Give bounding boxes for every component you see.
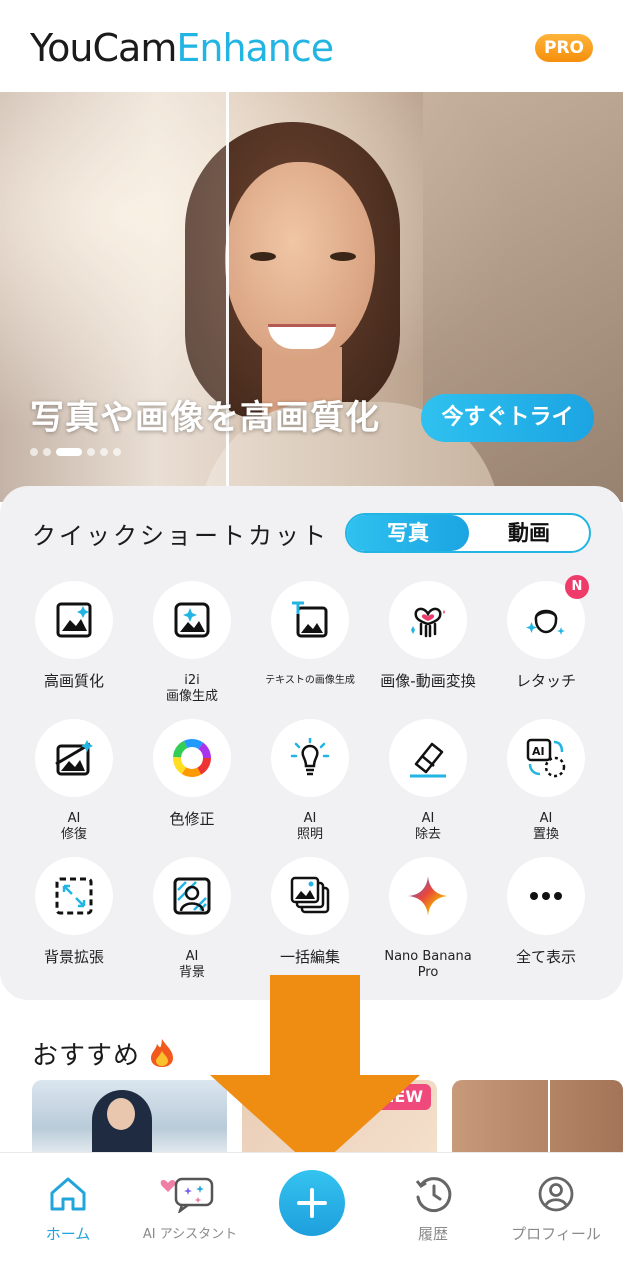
shortcut-ai-restore[interactable]: AI 修復: [15, 719, 133, 843]
try-now-button[interactable]: 今すぐトライ: [421, 394, 594, 442]
create-plus-button[interactable]: [279, 1170, 345, 1236]
shortcut-enhance[interactable]: 高画質化: [15, 581, 133, 689]
gemini-star-icon: [408, 876, 448, 916]
shortcut-label: i2i: [184, 673, 200, 688]
i2i-sparkle-icon: [174, 602, 210, 638]
batch-edit-icon: [290, 876, 330, 914]
logo-enhance: Enhance: [176, 26, 334, 70]
more-icon: [530, 892, 562, 900]
shortcut-label: AI: [421, 811, 435, 826]
ai-replace-icon: AI: [526, 738, 566, 778]
shortcut-nano-banana-pro[interactable]: Nano Banana Pro: [369, 857, 487, 981]
shortcut-label: AI: [185, 949, 199, 964]
text-to-image-icon: [292, 601, 328, 638]
nav-label: ホーム: [45, 1225, 91, 1243]
shortcut-label: レタッチ: [515, 672, 576, 690]
expand-icon: [55, 877, 93, 915]
logo-youcam: YouCam: [30, 26, 177, 70]
shortcut-color-correct[interactable]: 色修正: [133, 719, 251, 827]
image-to-video-icon: [411, 607, 445, 638]
shortcut-label: 背景拡張: [43, 948, 104, 966]
carousel-dot[interactable]: [113, 448, 121, 456]
shortcut-label-line2: 除去: [414, 827, 441, 842]
shortcut-label-line2: 置換: [532, 827, 559, 842]
nav-label: AI アシスタント: [142, 1227, 238, 1242]
shortcut-text-to-image[interactable]: テキストの画像生成: [251, 581, 369, 689]
shortcut-label-line2: 修復: [60, 827, 87, 842]
shortcut-label-line2: 画像生成: [165, 689, 218, 704]
profile-icon: [538, 1176, 574, 1212]
carousel-dot[interactable]: [43, 448, 51, 456]
nav-history[interactable]: 履歴: [371, 1175, 495, 1244]
shortcut-image-to-video[interactable]: 画像-動画変換: [369, 581, 487, 689]
shortcut-label: Nano Banana: [384, 949, 472, 964]
hero-title: 写真や画像を高画質化: [30, 398, 380, 438]
pro-button[interactable]: PRO: [535, 34, 593, 62]
color-wheel-icon: [173, 739, 211, 777]
shortcut-label: AI: [303, 811, 317, 826]
media-toggle: 写真 動画: [345, 513, 591, 553]
ai-background-icon: [173, 877, 211, 915]
app-header: YouCamEnhance PRO: [0, 0, 623, 92]
new-badge: N: [565, 575, 589, 599]
carousel-dot[interactable]: [30, 448, 38, 456]
ai-assistant-icon: [160, 1177, 214, 1215]
nav-label: 履歴: [417, 1225, 448, 1243]
shortcut-expand-background[interactable]: 背景拡張: [15, 857, 133, 965]
recommended-card[interactable]: [32, 1080, 227, 1160]
carousel-indicator: [30, 448, 126, 456]
nav-ai-assistant[interactable]: AI アシスタント: [128, 1175, 252, 1242]
nav-label: プロフィール: [511, 1225, 601, 1243]
shortcut-label-line2: 照明: [296, 827, 323, 842]
bottom-navigation: ホーム AI アシスタント 履歴 プロフィール: [0, 1152, 623, 1281]
plus-icon: [297, 1188, 327, 1218]
light-bulb-icon: [290, 738, 330, 776]
shortcut-label: AI: [67, 811, 81, 826]
shortcut-show-all[interactable]: 全て表示: [487, 857, 605, 965]
shortcut-label: 一括編集: [279, 948, 340, 966]
nav-home[interactable]: ホーム: [6, 1175, 130, 1244]
carousel-dot[interactable]: [87, 448, 95, 456]
shortcut-label: 全て表示: [515, 948, 576, 966]
fire-icon: [151, 1039, 174, 1067]
shortcut-label: AI: [539, 811, 553, 826]
carousel-dot[interactable]: [100, 448, 108, 456]
svg-text:AI: AI: [532, 745, 545, 758]
carousel-dot-active[interactable]: [56, 448, 82, 456]
hero-banner[interactable]: 写真や画像を高画質化 今すぐトライ: [0, 92, 623, 502]
shortcut-ai-lighting[interactable]: AI 照明: [251, 719, 369, 843]
shortcut-ai-background[interactable]: AI 背景: [133, 857, 251, 981]
home-icon: [50, 1177, 86, 1211]
recommended-title: おすすめ: [32, 1035, 175, 1072]
app-logo: YouCamEnhance: [30, 26, 334, 70]
down-arrow-annotation: [210, 975, 420, 1170]
shortcut-ai-remove[interactable]: AI 除去: [369, 719, 487, 843]
shortcut-batch-edit[interactable]: 一括編集: [251, 857, 369, 965]
tab-photo[interactable]: 写真: [347, 515, 469, 551]
shortcut-i2i[interactable]: i2i 画像生成: [133, 581, 251, 705]
retouch-face-icon: [526, 609, 565, 635]
shortcut-label: テキストの画像生成: [265, 675, 355, 686]
history-icon: [415, 1177, 452, 1213]
image-enhance-icon: [56, 602, 92, 638]
shortcut-retouch[interactable]: N レタッチ: [487, 575, 605, 690]
shortcut-label: 画像-動画変換: [380, 672, 476, 690]
nav-profile[interactable]: プロフィール: [494, 1175, 618, 1244]
shortcut-title: クイックショートカット: [32, 522, 329, 550]
shortcut-label: 高画質化: [43, 672, 104, 690]
ai-restore-icon: [55, 740, 93, 776]
shortcut-label: 色修正: [169, 810, 215, 828]
shortcut-ai-replace[interactable]: AI AI 置換: [487, 719, 605, 843]
recommended-card[interactable]: [452, 1080, 623, 1160]
tab-video[interactable]: 動画: [469, 515, 589, 551]
quick-shortcut-panel: クイックショートカット 写真 動画 高画質化 i2i 画像生成 テキストの画像生…: [0, 486, 623, 1000]
compare-divider[interactable]: [226, 92, 229, 502]
eraser-icon: [410, 742, 446, 778]
